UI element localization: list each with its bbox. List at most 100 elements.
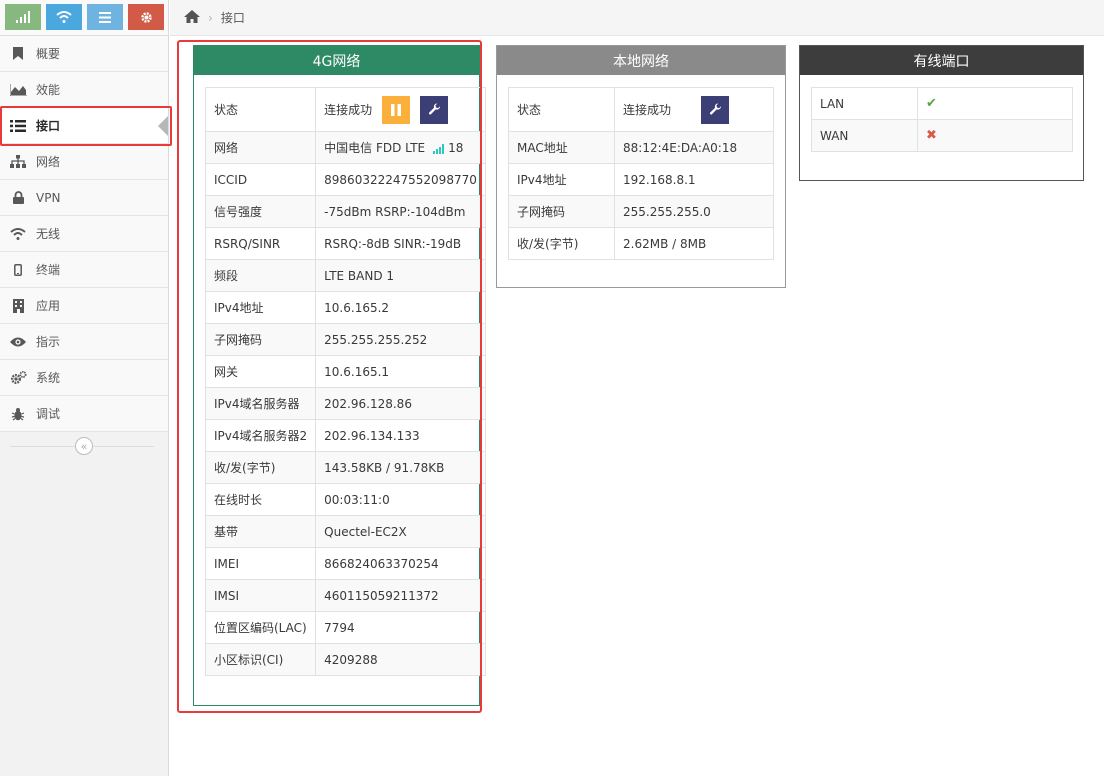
table-row: ICCID 89860322247552098770: [204, 163, 486, 196]
mobile-icon: [9, 263, 27, 276]
building-icon: [9, 298, 27, 313]
row-value: 4209288: [315, 643, 486, 676]
row-key: RSRQ/SINR: [204, 227, 317, 260]
sidebar-collapse-bar: «: [0, 434, 168, 458]
settings-shortcut-button[interactable]: [128, 4, 164, 30]
table-row: LAN ✔: [811, 87, 1073, 120]
signal-strength-icon: [433, 143, 445, 154]
row-value: 192.168.8.1: [614, 163, 774, 196]
row-value: 89860322247552098770: [315, 163, 486, 196]
row-value: ✔: [917, 87, 1073, 120]
home-icon[interactable]: [184, 9, 200, 26]
wifi-shortcut-button[interactable]: [46, 4, 82, 30]
shortcut-bar: [0, 0, 168, 36]
row-value: -75dBm RSRP:-104dBm: [315, 195, 486, 228]
row-key: 网关: [204, 355, 317, 388]
network-operator: 中国电信 FDD LTE: [324, 141, 426, 155]
sidebar-item-indicator[interactable]: 指示: [0, 324, 168, 360]
sidebar-item-performance[interactable]: 效能: [0, 72, 168, 108]
row-key: 状态: [204, 87, 317, 132]
active-indicator: [158, 116, 168, 136]
info-table-4g: 状态 连接成功 网络 中国电信 FDD LTE 18 ICCID 898603222…: [204, 87, 486, 676]
row-key: 小区标识(CI): [204, 643, 317, 676]
row-key: IPv4地址: [508, 163, 615, 196]
row-key: IPv4域名服务器: [204, 387, 317, 420]
table-row: IPv4域名服务器 202.96.128.86: [204, 387, 486, 420]
row-value: 10.6.165.1: [315, 355, 486, 388]
table-row: 基带 Quectel-EC2X: [204, 515, 486, 548]
row-value: RSRQ:-8dB SINR:-19dB: [315, 227, 486, 260]
row-value: 866824063370254: [315, 547, 486, 580]
row-value: 连接成功: [614, 87, 774, 132]
list-shortcut-button[interactable]: [87, 4, 123, 30]
row-key: MAC地址: [508, 131, 615, 164]
settings-local-button[interactable]: [701, 95, 730, 124]
panel-title: 有线端口: [800, 46, 1083, 75]
sidebar-item-wireless[interactable]: 无线: [0, 216, 168, 252]
list-icon: [99, 11, 111, 23]
panel-title: 4G网络: [194, 46, 479, 75]
sidebar-item-label: 网络: [36, 155, 61, 169]
sidebar-item-overview[interactable]: 概要: [0, 36, 168, 72]
table-row: IMSI 460115059211372: [204, 579, 486, 612]
sidebar-item-debug[interactable]: 调试: [0, 396, 168, 432]
sidebar-item-label: 效能: [36, 83, 61, 97]
panel-local-network: 本地网络 状态 连接成功 MAC地址 88:12:4E:DA:A0:18 IPv4…: [496, 45, 786, 288]
table-row: WAN ✖: [811, 119, 1073, 152]
sidebar: 概要 效能 接口 网络 VPN 无线 终端 应用 指示 系统 调试 «: [0, 0, 169, 776]
panel-title: 本地网络: [497, 46, 785, 75]
pause-button[interactable]: [382, 95, 411, 124]
info-table-local: 状态 连接成功 MAC地址 88:12:4E:DA:A0:18 IPv4地址 192…: [508, 87, 774, 260]
sidebar-item-label: 调试: [36, 407, 61, 421]
row-value: 143.58KB / 91.78KB: [315, 451, 486, 484]
row-key: 信号强度: [204, 195, 317, 228]
panel-wired-ports: 有线端口 LAN ✔ WAN ✖: [799, 45, 1084, 181]
row-key: IMEI: [204, 547, 317, 580]
table-row: 位置区编码(LAC) 7794: [204, 611, 486, 644]
row-key: IMSI: [204, 579, 317, 612]
row-key: IPv4域名服务器2: [204, 419, 317, 452]
collapse-sidebar-icon[interactable]: «: [75, 437, 93, 455]
wrench-icon: [428, 103, 440, 115]
table-row: 在线时长 00:03:11:0: [204, 483, 486, 516]
table-row: 状态 连接成功: [204, 87, 486, 132]
table-row: 状态 连接成功: [508, 87, 774, 132]
row-value: 中国电信 FDD LTE 18: [315, 131, 486, 164]
sidebar-item-interface[interactable]: 接口: [0, 108, 168, 144]
sidebar-item-vpn[interactable]: VPN: [0, 180, 168, 216]
sidebar-item-terminal[interactable]: 终端: [0, 252, 168, 288]
sidebar-item-label: 应用: [36, 299, 61, 313]
sidebar-item-system[interactable]: 系统: [0, 360, 168, 396]
signal-icon: [16, 11, 30, 23]
row-key: 子网掩码: [204, 323, 317, 356]
sidebar-item-apps[interactable]: 应用: [0, 288, 168, 324]
bookmark-icon: [9, 47, 27, 60]
row-key: 频段: [204, 259, 317, 292]
row-value: ✖: [917, 119, 1073, 152]
table-row: 子网掩码 255.255.255.252: [204, 323, 486, 356]
sidebar-item-label: 概要: [36, 47, 61, 61]
breadcrumb-current: 接口: [220, 11, 245, 25]
wifi-icon: [9, 227, 27, 240]
settings-4g-button[interactable]: [420, 95, 449, 124]
check-icon: ✔: [926, 96, 937, 111]
signal-shortcut-button[interactable]: [5, 4, 41, 30]
area-chart-icon: [9, 83, 27, 96]
row-value: 连接成功: [315, 87, 486, 132]
row-key: LAN: [811, 87, 918, 120]
row-key: ICCID: [204, 163, 317, 196]
row-value: 460115059211372: [315, 579, 486, 612]
table-row: 信号强度 -75dBm RSRP:-104dBm: [204, 195, 486, 228]
sidebar-item-label: 接口: [36, 119, 61, 133]
cogs-icon: [9, 370, 27, 385]
wrench-icon: [709, 103, 721, 115]
row-key: 位置区编码(LAC): [204, 611, 317, 644]
sidebar-item-network[interactable]: 网络: [0, 144, 168, 180]
table-row: IPv4地址 192.168.8.1: [508, 163, 774, 196]
row-key: 在线时长: [204, 483, 317, 516]
status-text: 连接成功: [623, 103, 672, 117]
table-row: 子网掩码 255.255.255.0: [508, 195, 774, 228]
panel-4g-network: 4G网络 状态 连接成功 网络 中国电信 FDD LTE 18 ICCID 8986…: [193, 45, 486, 706]
row-key: WAN: [811, 119, 918, 152]
row-key: IPv4地址: [204, 291, 317, 324]
